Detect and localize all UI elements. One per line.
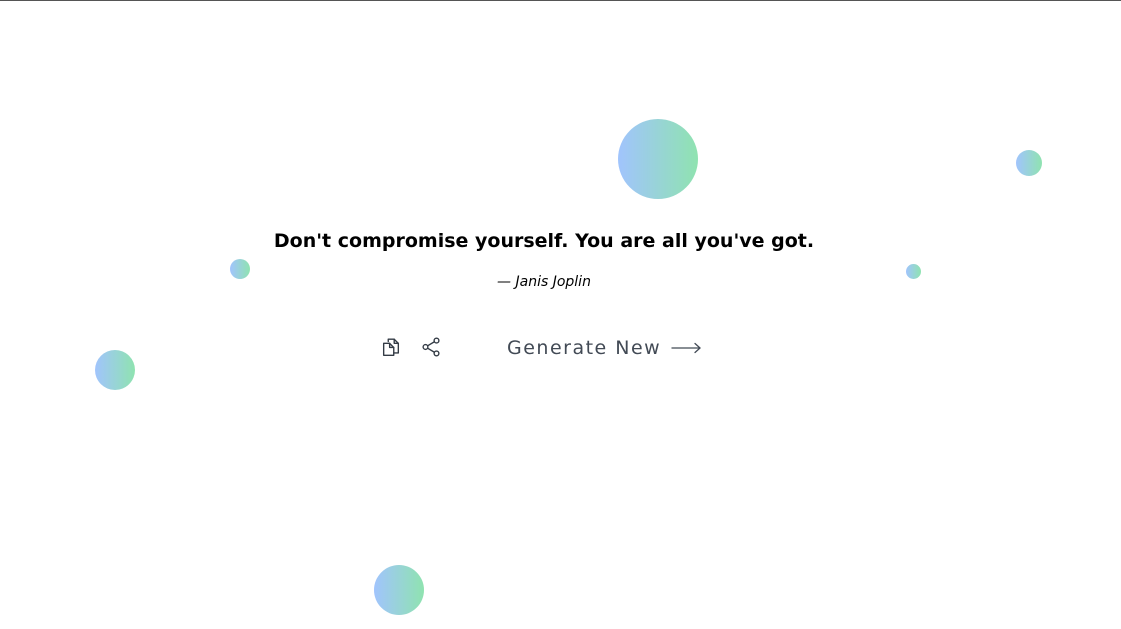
decorative-bubble	[618, 119, 698, 199]
copy-button[interactable]	[378, 334, 404, 360]
share-button[interactable]	[418, 334, 444, 360]
copy-icon	[382, 338, 400, 356]
decorative-bubble	[1016, 150, 1042, 176]
share-icon	[422, 337, 440, 357]
decorative-bubble	[374, 565, 424, 615]
quote-author: — Janis Joplin	[497, 274, 591, 290]
generate-new-label: Generate New	[507, 337, 662, 359]
generate-new-button[interactable]: Generate New	[507, 333, 701, 363]
quote-text: Don't compromise yourself. You are all y…	[273, 230, 815, 252]
decorative-bubble	[95, 350, 135, 390]
arrow-right-icon	[671, 342, 701, 354]
top-border	[0, 0, 1121, 1]
